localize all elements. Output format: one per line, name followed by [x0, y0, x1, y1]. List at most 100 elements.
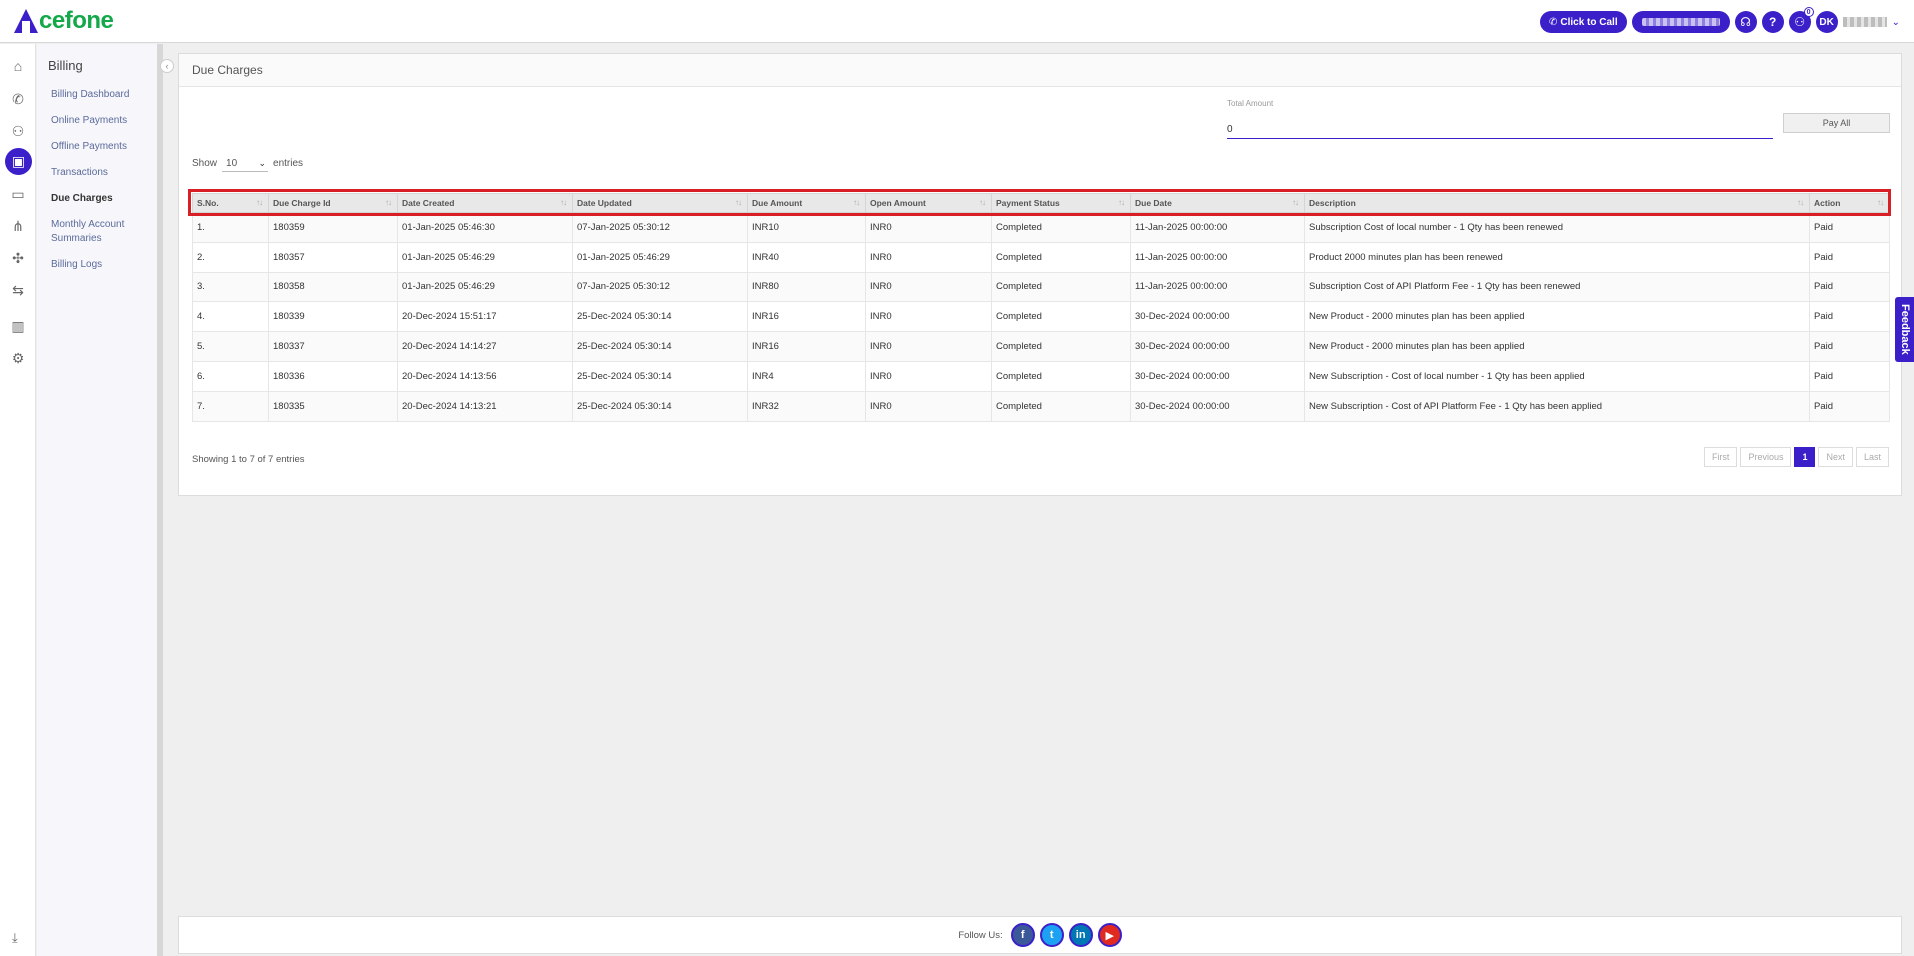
pager-next[interactable]: Next [1818, 447, 1853, 467]
column-header[interactable]: Due Charge Id ↑↓ [268, 193, 398, 213]
table-cell: 20-Dec-2024 14:13:56 [397, 360, 573, 392]
sort-icon: ↑↓ [853, 198, 860, 207]
top-actions: ✆ Click to Call ☊ ? ⚇ 0 DK ⌄ [1539, 7, 1900, 34]
twitter-icon[interactable]: t [1039, 923, 1064, 947]
submenu-item-due-charges[interactable]: Due Charges [51, 192, 151, 206]
column-header[interactable]: Due Amount ↑↓ [747, 193, 866, 213]
phone-icon[interactable]: ✆ [6, 87, 30, 111]
network-icon[interactable]: ⋔ [6, 214, 30, 238]
top-bar: cefone ✆ Click to Call ☊ ? ⚇ 0 DK ⌄ [0, 0, 1914, 43]
pager-previous[interactable]: Previous [1740, 447, 1792, 467]
table-cell: 20-Dec-2024 14:13:21 [397, 390, 573, 422]
table-cell: 7. [192, 390, 269, 422]
table-cell: 30-Dec-2024 00:00:00 [1130, 390, 1305, 422]
column-header[interactable]: Due Date ↑↓ [1130, 193, 1305, 213]
table-cell: 1. [192, 212, 269, 243]
table-cell: INR0 [865, 331, 992, 362]
table-cell: INR32 [747, 390, 866, 422]
puzzle-icon[interactable]: ✣ [6, 246, 30, 270]
table-cell: INR0 [865, 212, 992, 243]
submenu-item-transactions[interactable]: Transactions [51, 166, 151, 180]
table-cell: 180358 [268, 271, 398, 303]
due-charges-table: S.No. ↑↓ Due Charge Id ↑↓ Date Created ↑↓ Date… [192, 193, 1890, 422]
pager-first[interactable]: First [1703, 447, 1738, 467]
collapse-sidebar-button[interactable]: ‹ [160, 59, 174, 73]
logo-text: cefone [39, 7, 114, 34]
table-cell: 01-Jan-2025 05:46:30 [397, 212, 573, 243]
pay-all-button[interactable]: Pay All [1783, 113, 1890, 133]
table-cell: INR0 [865, 390, 992, 422]
table-cell: INR4 [747, 360, 866, 392]
column-header[interactable]: Payment Status ↑↓ [991, 193, 1131, 213]
submenu-item-billing-dashboard[interactable]: Billing Dashboard [51, 88, 151, 102]
table-cell: INR0 [865, 301, 992, 333]
youtube-icon[interactable]: ▶ [1097, 923, 1122, 947]
table-cell: New Subscription - Cost of API Platform … [1304, 390, 1810, 422]
table-cell: INR0 [865, 271, 992, 303]
entries-select[interactable]: 10 ⌄ [222, 155, 269, 172]
download-icon[interactable]: ⤓ [12, 930, 18, 946]
total-amount-label: Total Amount [1227, 99, 1274, 108]
linkedin-icon[interactable]: in [1068, 923, 1093, 947]
submenu-item-offline-payments[interactable]: Offline Payments [51, 140, 151, 154]
click-to-call-button[interactable]: ✆ Click to Call [1539, 11, 1627, 33]
column-header[interactable]: Open Amount ↑↓ [865, 193, 992, 213]
table-row: 2. 180357 01-Jan-2025 05:46:29 01-Jan-2025 … [192, 241, 1890, 273]
submenu-item-monthly-account-summaries[interactable]: Monthly Account Summaries [51, 218, 151, 246]
table-cell: 30-Dec-2024 00:00:00 [1130, 360, 1305, 392]
column-header-label: Due Date [1135, 198, 1172, 208]
table-cell: 180335 [268, 390, 398, 422]
chevron-down-icon[interactable]: ⌄ [1892, 17, 1900, 28]
avatar[interactable]: DK [1815, 11, 1838, 33]
table-cell: 20-Dec-2024 15:51:17 [397, 301, 573, 333]
table-cell: 180336 [268, 360, 398, 392]
headset-icon[interactable]: ☊ [1734, 11, 1757, 33]
page-title: Due Charges [179, 54, 1901, 87]
submenu-item-online-payments[interactable]: Online Payments [51, 114, 151, 128]
notification-badge: 0 [1803, 7, 1814, 17]
chart-icon[interactable]: ▥ [6, 314, 30, 338]
column-header[interactable]: Date Updated ↑↓ [572, 193, 748, 213]
redacted-username[interactable] [1842, 17, 1887, 27]
table-cell: 01-Jan-2025 05:46:29 [572, 241, 748, 273]
table-cell: 11-Jan-2025 00:00:00 [1130, 241, 1305, 273]
sort-icon: ↑↓ [735, 198, 742, 207]
total-amount-input[interactable] [1227, 117, 1773, 139]
table-cell: Paid [1809, 360, 1890, 392]
settings-icon[interactable]: ⚙ [6, 346, 30, 370]
sort-icon: ↑↓ [1797, 198, 1804, 207]
click-to-call-label: Click to Call [1560, 16, 1618, 28]
table-cell: 25-Dec-2024 05:30:14 [572, 301, 748, 333]
feedback-tab[interactable]: Feedback [1895, 297, 1914, 362]
table-cell: Paid [1809, 301, 1890, 333]
column-header-label: Open Amount [870, 198, 926, 208]
help-label: ? [1768, 15, 1777, 29]
users-icon[interactable]: ⚇ [6, 119, 30, 143]
table-row: 4. 180339 20-Dec-2024 15:51:17 25-Dec-2024 … [192, 301, 1890, 333]
acefone-logo[interactable]: cefone [14, 6, 114, 36]
sort-icon: ↑↓ [256, 198, 263, 207]
pager-1[interactable]: 1 [1794, 447, 1816, 467]
table-cell: Completed [991, 271, 1131, 303]
monitor-icon[interactable]: ▭ [6, 182, 30, 206]
table-cell: 07-Jan-2025 05:30:12 [572, 271, 748, 303]
sort-icon: ↑↓ [1118, 198, 1125, 207]
pager-last[interactable]: Last [1855, 447, 1889, 467]
table-cell: Subscription Cost of local number - 1 Qt… [1304, 212, 1810, 243]
column-header[interactable]: S.No. ↑↓ [192, 193, 269, 213]
redacted-number-pill[interactable] [1631, 11, 1730, 33]
help-button[interactable]: ? [1761, 11, 1784, 33]
submenu-item-billing-logs[interactable]: Billing Logs [51, 258, 151, 272]
column-header[interactable]: Description ↑↓ [1304, 193, 1810, 213]
wallet-icon[interactable]: ▣ [5, 148, 32, 175]
home-icon[interactable]: ⌂ [6, 54, 30, 78]
facebook-icon[interactable]: f [1010, 923, 1035, 947]
column-header[interactable]: Action ↑↓ [1809, 193, 1890, 213]
org-switch-icon[interactable]: ⚇ 0 [1788, 7, 1814, 33]
logo-mark-icon [14, 9, 38, 33]
table-body: 1. 180359 01-Jan-2025 05:46:30 07-Jan-2025 … [192, 212, 1890, 422]
column-header[interactable]: Date Created ↑↓ [397, 193, 573, 213]
table-cell: 6. [192, 360, 269, 392]
routing-icon[interactable]: ⇆ [6, 278, 30, 302]
table-cell: Paid [1809, 331, 1890, 362]
